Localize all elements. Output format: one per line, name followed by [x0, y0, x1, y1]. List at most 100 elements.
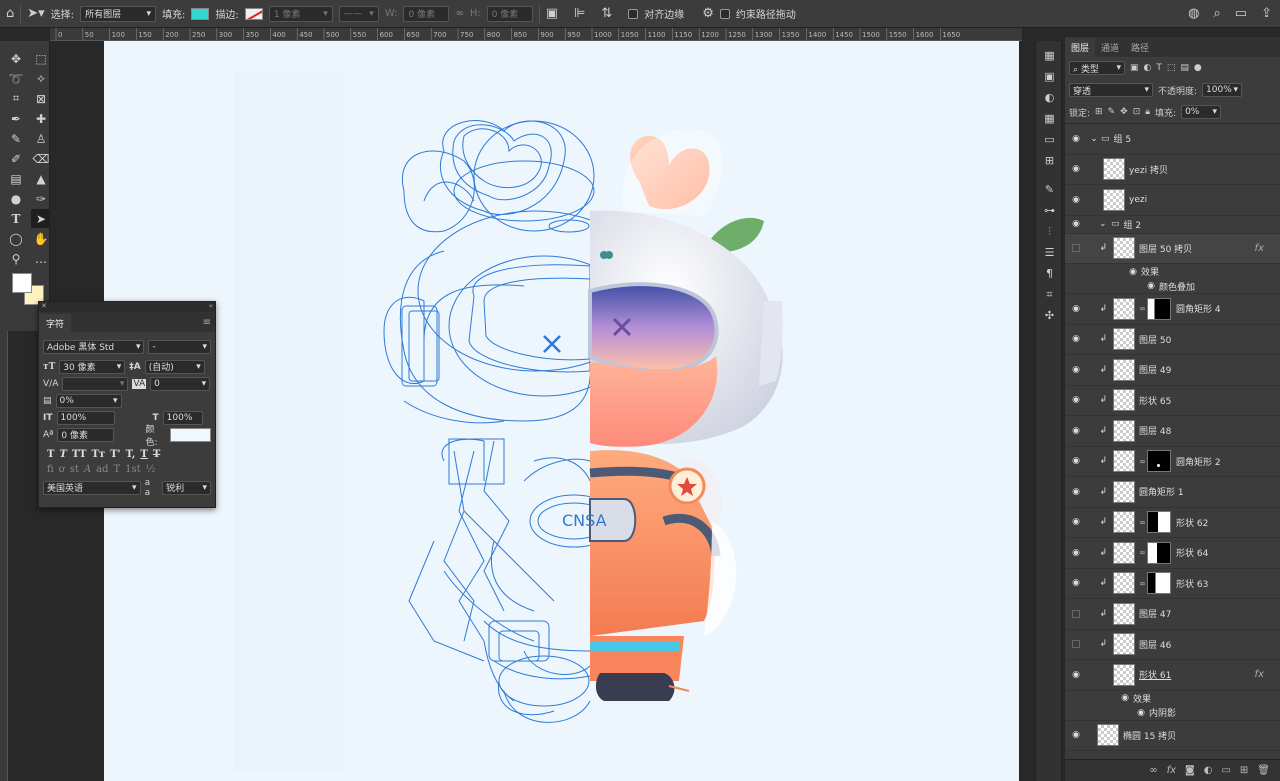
eye-icon[interactable]: ◉ — [1065, 334, 1087, 344]
crop-icon[interactable]: ⌗ — [1036, 284, 1063, 305]
underline-button[interactable]: T — [140, 449, 147, 460]
crop-tool-icon[interactable]: ⌗ — [6, 89, 26, 108]
tracking-field[interactable]: 0 ▾ — [150, 376, 211, 391]
type-tool-icon[interactable]: T — [6, 209, 26, 228]
home-icon[interactable]: ⌂ — [6, 6, 14, 21]
sliders-icon[interactable]: ☰ — [1036, 242, 1063, 263]
titling-button[interactable]: T — [113, 464, 120, 475]
stylistic-alternates-button[interactable]: ad — [96, 464, 108, 475]
link-layers-icon[interactable]: ∞ — [1149, 765, 1157, 776]
blur-tool-icon[interactable]: ▲ — [31, 169, 51, 188]
history-brush-icon[interactable]: ✐ — [6, 149, 26, 168]
healing-brush-icon[interactable]: ✚ — [31, 109, 51, 128]
eye-icon[interactable]: ◉ — [1065, 670, 1087, 680]
small-caps-button[interactable]: Tт — [91, 449, 105, 460]
stamp-tool-icon[interactable]: ♙ — [31, 129, 51, 148]
trash-icon[interactable]: 🗑︎ — [1257, 765, 1270, 776]
all-caps-button[interactable]: TT — [72, 449, 87, 460]
adjustment-layer-icon[interactable]: ◐ — [1204, 765, 1213, 776]
language-select[interactable]: 美国英语 ▾ — [43, 480, 141, 495]
eye-icon[interactable]: ◉ — [1065, 730, 1087, 740]
effect-color-overlay[interactable]: ◉ 颜色叠加 — [1065, 279, 1280, 294]
layer-row[interactable]: ◉ yezi — [1065, 185, 1280, 216]
layer-row[interactable]: ◉ ⌄ ▭ 组 2 — [1065, 216, 1280, 234]
layer-row[interactable]: ↲ 图层 47 — [1065, 599, 1280, 630]
w-field[interactable]: 0 像素 — [403, 5, 450, 22]
tab-layers[interactable]: 图层 — [1065, 38, 1096, 57]
fx-icon[interactable]: fx — [1255, 243, 1264, 254]
layer-row[interactable]: ◉ ↲ 图层 48 — [1065, 416, 1280, 447]
brushes-icon[interactable]: ✎ — [1036, 179, 1063, 200]
dodge-tool-icon[interactable]: ● — [6, 189, 26, 208]
link-icon[interactable]: ∞ — [455, 8, 463, 19]
alt-ligatures-button[interactable]: ơ — [59, 464, 65, 475]
layer-row[interactable]: ◉ 形状 61 fx — [1065, 660, 1280, 691]
close-icon[interactable]: ✕ — [39, 302, 47, 310]
leading-field[interactable]: (自动) ▾ — [144, 359, 205, 374]
swash-button[interactable]: A — [84, 464, 91, 475]
lasso-tool-icon[interactable]: ➰ — [6, 69, 26, 88]
strikethrough-button[interactable]: T — [153, 449, 160, 460]
fill-swatch[interactable] — [191, 7, 210, 20]
path-operations-icon[interactable]: ▣ — [546, 6, 558, 21]
new-group-icon[interactable]: ▭ — [1221, 765, 1230, 776]
lock-artboard-icon[interactable]: ⊡ — [1133, 107, 1141, 117]
constrain-path-checkbox[interactable] — [719, 8, 730, 19]
gradients-icon[interactable]: ▭ — [1036, 129, 1063, 150]
hidden-eye-box[interactable] — [1065, 609, 1087, 618]
hidden-eye-box[interactable] — [1065, 244, 1087, 253]
faux-italic-button[interactable]: T — [59, 449, 66, 460]
path-alignment-icon[interactable]: ⊫ — [574, 6, 585, 21]
layer-row[interactable]: ◉ yezi 拷贝 — [1065, 155, 1280, 185]
baseline-shift-field[interactable]: 0 像素 — [57, 427, 115, 442]
eye-icon[interactable]: ◉ — [1065, 395, 1087, 405]
panel-header[interactable]: ✕ « — [39, 302, 215, 312]
gradient-tool-icon[interactable]: ▤ — [6, 169, 26, 188]
channels-icon[interactable]: ⫶ — [1036, 221, 1063, 242]
eye-icon[interactable]: ◉ — [1065, 487, 1087, 497]
eye-icon[interactable]: ◉ — [1065, 164, 1087, 174]
new-layer-icon[interactable]: ⊞ — [1240, 765, 1248, 776]
lock-all-icon[interactable]: 🔒︎ — [1145, 107, 1150, 117]
canvas[interactable]: CNSA — [104, 41, 1019, 781]
plugins-icon[interactable]: ✣ — [1036, 305, 1063, 326]
filter-toggle-icon[interactable]: ● — [1194, 63, 1202, 73]
add-style-icon[interactable]: fx — [1167, 765, 1176, 776]
adjustments-icon[interactable]: ⊶ — [1036, 200, 1063, 221]
direct-select-icon[interactable]: ➤ — [31, 209, 51, 228]
eye-icon[interactable]: ◉ — [1065, 456, 1087, 466]
fx-icon[interactable]: fx — [1255, 669, 1264, 680]
collapse-icon[interactable]: « — [209, 302, 215, 310]
tab-character[interactable]: 字符 — [39, 314, 72, 332]
share-icon[interactable]: ⇪ — [1261, 6, 1272, 21]
effect-inner-shadow[interactable]: ◉ 内阴影 — [1065, 706, 1280, 721]
eyedropper-icon[interactable]: ✒ — [6, 109, 26, 128]
layer-row[interactable]: ◉ ↲ ∞ 圆角矩形 2 — [1065, 447, 1280, 477]
panel-menu-icon[interactable]: ≡ — [199, 317, 215, 332]
horizontal-scale-field[interactable]: 100% — [162, 410, 203, 425]
hand-tool-icon[interactable]: ✋ — [31, 229, 51, 248]
select-dropdown[interactable]: 所有图层 ▾ — [80, 5, 157, 22]
eye-icon[interactable]: ◉ — [1065, 578, 1087, 588]
filter-pixel-icon[interactable]: ▣ — [1130, 63, 1139, 73]
align-edges-checkbox[interactable] — [628, 8, 639, 19]
stroke-type-dropdown[interactable]: —— ▾ — [338, 5, 379, 22]
fractions-button[interactable]: ½ — [146, 464, 156, 475]
h-field[interactable]: 0 像素 — [486, 5, 533, 22]
layer-row[interactable]: ◉ 椭圆 15 拷贝 — [1065, 721, 1280, 751]
brush-tool-icon[interactable]: ✎ — [6, 129, 26, 148]
eye-icon[interactable]: ◉ — [1065, 219, 1087, 229]
hidden-eye-box[interactable] — [1065, 640, 1087, 649]
font-family-select[interactable]: Adobe 黑体 Std ▾ — [43, 339, 145, 354]
eraser-icon[interactable]: ⌫ — [31, 149, 51, 168]
layer-row[interactable]: ◉ ↲ 圆角矩形 1 — [1065, 477, 1280, 508]
foreground-color[interactable] — [12, 273, 32, 293]
antialias-select[interactable]: 锐利 ▾ — [162, 480, 211, 495]
filter-type-icon[interactable]: T — [1156, 63, 1162, 73]
layer-row[interactable]: ◉ ↲ 图层 49 — [1065, 355, 1280, 386]
frame-tool-icon[interactable]: ⊠ — [31, 89, 51, 108]
superscript-button[interactable]: T' — [110, 449, 121, 460]
layer-row[interactable]: ◉ ↲ ∞ 形状 64 — [1065, 538, 1280, 569]
swatches-icon[interactable]: ▦ — [1036, 108, 1063, 129]
font-size-field[interactable]: 30 像素 ▾ — [59, 359, 126, 374]
